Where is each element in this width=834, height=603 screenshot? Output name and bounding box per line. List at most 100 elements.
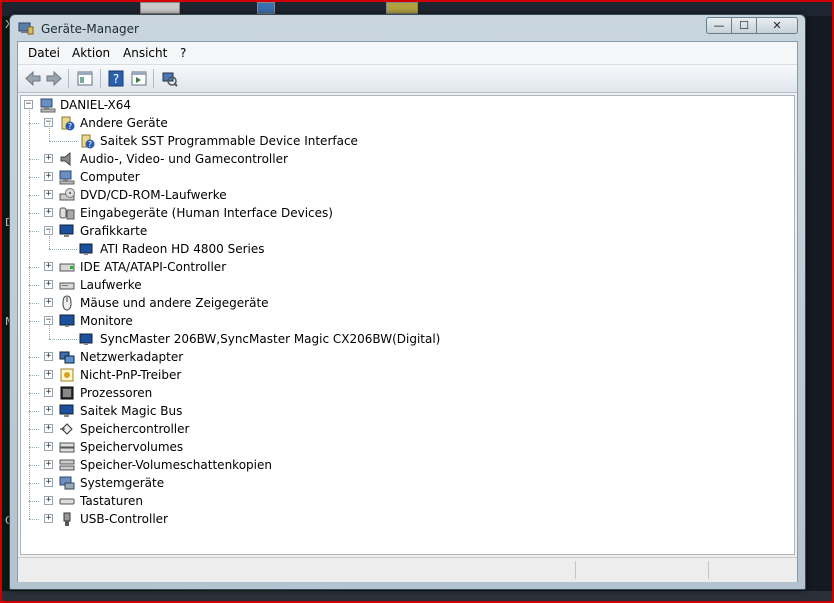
device-manager-icon	[18, 22, 34, 35]
tree-item-label: Grafikkarte	[80, 224, 148, 238]
expand-toggle[interactable]: +	[44, 352, 53, 361]
collapse-toggle[interactable]: −	[24, 100, 33, 109]
tree-connector	[29, 393, 39, 394]
tree-connector	[29, 375, 39, 376]
device-icon	[79, 333, 93, 345]
tree-item-label: Nicht-PnP-Treiber	[80, 368, 182, 382]
expand-toggle[interactable]: +	[44, 370, 53, 379]
tree-item-audio-video-und-gamecontroller[interactable]: + Audio-, Video- und Gamecontroller	[21, 150, 621, 168]
expand-toggle[interactable]: +	[44, 262, 53, 271]
menu-datei[interactable]: Datei	[28, 46, 60, 60]
tree-item-speichercontroller[interactable]: + Speichercontroller	[21, 420, 621, 438]
desktop-taskbar-thumbnail[interactable]	[140, 2, 180, 14]
menu-aktion[interactable]: Aktion	[72, 46, 110, 60]
expand-toggle[interactable]: +	[44, 424, 53, 433]
menu-bar: Datei Aktion Ansicht ?	[18, 42, 797, 65]
tree-item-label: Speicher-Volumeschattenkopien	[80, 458, 272, 472]
forward-icon[interactable]	[45, 70, 63, 87]
tree-connector	[29, 411, 39, 412]
tree-item-label: Saitek Magic Bus	[80, 404, 183, 418]
tree-item-tastaturen[interactable]: + Tastaturen	[21, 492, 621, 510]
expand-toggle[interactable]: +	[44, 406, 53, 415]
tree-item-speichervolumes[interactable]: + Speichervolumes	[21, 438, 621, 456]
expand-toggle[interactable]: +	[44, 208, 53, 217]
tree-child-label: ATI Radeon HD 4800 Series	[100, 242, 265, 256]
display-adapter-icon	[59, 224, 74, 237]
unknown-device-icon: ?	[61, 116, 75, 131]
menu-help[interactable]: ?	[180, 46, 186, 60]
tree-connector	[29, 177, 39, 178]
expand-toggle[interactable]: +	[44, 388, 53, 397]
expand-toggle[interactable]: +	[44, 514, 53, 523]
tree-child-ati-radeon-hd-4800-series[interactable]: ATI Radeon HD 4800 Series	[21, 231, 721, 258]
tree-item-laufwerke[interactable]: + Laufwerke	[21, 276, 621, 294]
maximize-button[interactable]: ☐	[731, 17, 757, 34]
expand-toggle[interactable]: +	[44, 154, 53, 163]
tree-item-systemgeräte[interactable]: + Systemgeräte	[21, 474, 621, 492]
title-bar[interactable]: Geräte-Manager — ☐ ✕	[10, 15, 805, 41]
tree-item-usb-controller[interactable]: + USB-Controller	[21, 510, 621, 528]
tree-item-andere-geräte[interactable]: −? Andere Geräte	[21, 114, 621, 132]
expand-toggle[interactable]: +	[44, 190, 53, 199]
show-hide-console-tree-icon[interactable]	[76, 70, 94, 87]
expand-toggle[interactable]: +	[44, 442, 53, 451]
toolbar-separator	[100, 69, 101, 88]
tree-item-eingabegeräte-human-interface-devices[interactable]: + Eingabegeräte (Human Interface Devices)	[21, 204, 621, 222]
scan-hardware-icon[interactable]	[160, 70, 178, 87]
tree-item-saitek-magic-bus[interactable]: + Saitek Magic Bus	[21, 402, 621, 420]
client-area: Datei Aktion Ansicht ? ? − DANIEL-X64 − …	[17, 41, 798, 582]
computer-icon	[40, 98, 56, 113]
tree-connector	[29, 483, 39, 484]
storage-controller-icon	[60, 423, 73, 435]
back-icon[interactable]	[24, 70, 42, 87]
system-device-icon	[59, 476, 75, 490]
tree-item-ide-ata-atapi-controller[interactable]: + IDE ATA/ATAPI-Controller	[21, 258, 621, 276]
tree-item-grafikkarte[interactable]: − Grafikkarte	[21, 222, 621, 240]
monitor-icon	[59, 314, 75, 327]
tree-connector	[29, 429, 39, 430]
tree-item-computer[interactable]: + Computer	[21, 168, 621, 186]
tree-item-mäuse-und-andere-zeigegeräte[interactable]: + Mäuse und andere Zeigegeräte	[21, 294, 621, 312]
expand-toggle[interactable]: +	[44, 478, 53, 487]
menu-ansicht[interactable]: Ansicht	[123, 46, 167, 60]
close-button[interactable]: ✕	[756, 17, 798, 34]
show-action-pane-icon[interactable]	[130, 70, 148, 87]
hid-icon	[59, 207, 75, 220]
tree-connector	[29, 303, 39, 304]
tree-child-saitek-sst-programmable-device-interface[interactable]: ? Saitek SST Programmable Device Interfac…	[21, 123, 721, 150]
dvd-drive-icon	[59, 188, 75, 201]
tree-connector	[29, 213, 39, 214]
expand-toggle[interactable]: +	[44, 172, 53, 181]
tree-item-prozessoren[interactable]: + Prozessoren	[21, 384, 621, 402]
minimize-button[interactable]: —	[706, 17, 732, 34]
svg-text:?: ?	[113, 72, 119, 86]
shadow-copy-icon	[59, 459, 75, 471]
tree-item-speicher-volumeschattenkopien[interactable]: + Speicher-Volumeschattenkopien	[21, 456, 621, 474]
computer-icon	[59, 170, 75, 185]
expand-toggle[interactable]: +	[44, 460, 53, 469]
tree-item-monitore[interactable]: − Monitore	[21, 312, 621, 330]
tree-item-label: Mäuse und andere Zeigegeräte	[80, 296, 269, 310]
expand-toggle[interactable]: +	[44, 496, 53, 505]
svg-text:?: ?	[88, 140, 92, 149]
expand-toggle[interactable]: +	[44, 298, 53, 307]
toolbar-separator	[68, 69, 69, 88]
help-icon[interactable]: ?	[107, 70, 125, 87]
bus-icon	[59, 404, 74, 417]
tree-item-nicht-pnp-treiber[interactable]: + Nicht-PnP-Treiber	[21, 366, 621, 384]
tree-root[interactable]: − DANIEL-X64	[21, 96, 421, 114]
toolbar-separator	[153, 69, 154, 88]
device-tree[interactable]: − DANIEL-X64 −? Andere Geräte? Saitek SST …	[20, 95, 795, 555]
tree-item-dvd-cd-rom-laufwerke[interactable]: + DVD/CD-ROM-Laufwerke	[21, 186, 621, 204]
desktop-taskbar-thumbnail[interactable]	[257, 2, 275, 14]
tree-child-syncmaster-206bw-syncmaster-magic-cx206bw-digital[interactable]: SyncMaster 206BW,SyncMaster Magic CX206B…	[21, 321, 721, 348]
storage-volume-icon	[59, 442, 75, 453]
tree-connector	[49, 141, 77, 142]
tree-connector	[29, 447, 39, 448]
expand-toggle[interactable]: +	[44, 280, 53, 289]
desktop-taskbar-thumbnail[interactable]	[386, 2, 418, 14]
tree-item-netzwerkadapter[interactable]: + Netzwerkadapter	[21, 348, 621, 366]
tree-item-label: Systemgeräte	[80, 476, 165, 490]
tree-item-label: USB-Controller	[80, 512, 168, 526]
tree-item-label: DVD/CD-ROM-Laufwerke	[80, 188, 227, 202]
